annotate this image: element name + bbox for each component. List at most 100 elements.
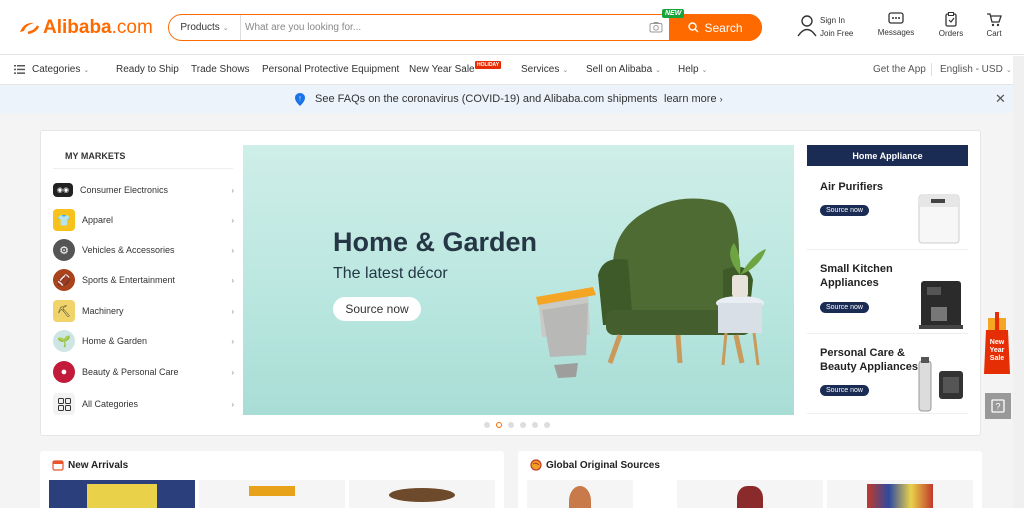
chevron-down-icon: ⌄ bbox=[222, 24, 229, 32]
globe-icon bbox=[530, 459, 542, 471]
hero-banner[interactable]: Home & Garden The latest décor Source no… bbox=[243, 145, 794, 415]
search-button-label: Search bbox=[704, 20, 743, 35]
market-consumer-electronics[interactable]: ◉◉ Consumer Electronics › bbox=[53, 175, 238, 205]
camera-icon[interactable] bbox=[649, 21, 663, 33]
nav-divider bbox=[931, 63, 932, 76]
promo-label: New Year Sale bbox=[989, 339, 1005, 362]
nav-ready-to-ship[interactable]: Ready to Ship bbox=[116, 64, 179, 75]
nav-sell[interactable]: Sell on Alibaba ⌄ bbox=[586, 64, 661, 75]
learn-more-link[interactable]: learn more › bbox=[664, 93, 723, 105]
market-apparel[interactable]: 👕 Apparel › bbox=[53, 205, 238, 235]
new-year-sale-promo[interactable]: New Year Sale bbox=[984, 308, 1010, 374]
slide-dot[interactable] bbox=[544, 422, 550, 428]
hero-source-button[interactable]: Source now bbox=[333, 297, 421, 321]
chevron-right-icon: › bbox=[231, 275, 234, 285]
chevron-right-icon: › bbox=[231, 399, 234, 409]
football-icon: 🏈 bbox=[53, 269, 75, 291]
orders-link[interactable]: Orders bbox=[930, 12, 972, 38]
grid-icon bbox=[53, 393, 75, 415]
vr-headset-icon: ◉◉ bbox=[53, 183, 73, 197]
appliance-small-kitchen[interactable]: Small Kitchen Appliances Source now bbox=[807, 251, 968, 334]
chevron-right-icon: › bbox=[231, 245, 234, 255]
engine-icon: ⚙ bbox=[53, 239, 75, 261]
chevron-down-icon: ⌄ bbox=[562, 67, 569, 74]
slide-dot-active[interactable] bbox=[496, 422, 502, 428]
svg-text:?: ? bbox=[995, 402, 1000, 412]
feedback-button[interactable]: ? bbox=[985, 393, 1011, 419]
slide-dot[interactable] bbox=[484, 422, 490, 428]
user-icon bbox=[797, 15, 817, 37]
appliance-source-button[interactable]: Source now bbox=[820, 385, 869, 396]
chevron-right-icon: › bbox=[231, 215, 234, 225]
nav-services-label: Services bbox=[521, 64, 560, 75]
appliance-source-button[interactable]: Source now bbox=[820, 302, 869, 313]
home-appliance-header: Home Appliance bbox=[807, 145, 968, 166]
search-input[interactable] bbox=[245, 15, 645, 40]
product-thumbnail[interactable] bbox=[199, 480, 345, 508]
new-arrivals-icon bbox=[52, 460, 64, 471]
market-machinery[interactable]: ⛏ Machinery › bbox=[53, 296, 238, 326]
chevron-right-icon: › bbox=[231, 306, 234, 316]
product-thumbnail[interactable] bbox=[827, 480, 973, 508]
market-label: Apparel bbox=[82, 215, 114, 225]
product-thumbnail[interactable] bbox=[349, 480, 495, 508]
cart-link[interactable]: Cart bbox=[978, 12, 1010, 38]
nav-categories[interactable]: Categories ⌄ bbox=[14, 64, 89, 75]
appliance-title: Air Purifiers bbox=[820, 181, 883, 193]
slide-dot[interactable] bbox=[532, 422, 538, 428]
appliance-source-button[interactable]: Source now bbox=[820, 205, 869, 216]
logo-icon bbox=[20, 22, 40, 35]
nav-trade-shows[interactable]: Trade Shows bbox=[191, 64, 250, 75]
nav-ppe[interactable]: Personal Protective Equipment bbox=[262, 64, 399, 75]
appliance-title: Personal Care & Beauty Appliances bbox=[820, 347, 919, 373]
messages-link[interactable]: Messages bbox=[872, 12, 920, 37]
locale-label: English - USD bbox=[940, 64, 1003, 75]
product-thumbnail[interactable] bbox=[527, 480, 633, 508]
appliance-personal-care[interactable]: Personal Care & Beauty Appliances Source… bbox=[807, 335, 968, 414]
nav-services[interactable]: Services ⌄ bbox=[521, 64, 568, 75]
learn-more-label: learn more bbox=[664, 93, 717, 105]
global-sources-section: Global Original Sources bbox=[518, 451, 982, 508]
market-home-garden[interactable]: 🌱 Home & Garden › bbox=[53, 326, 238, 356]
chevron-down-icon: ⌄ bbox=[655, 67, 662, 74]
plant-icon: 🌱 bbox=[53, 330, 75, 352]
product-thumbnail[interactable] bbox=[677, 480, 823, 508]
messages-icon bbox=[888, 12, 904, 24]
search-icon bbox=[688, 22, 699, 33]
covid-notice-bar: ! See FAQs on the coronavirus (COVID-19)… bbox=[0, 85, 1024, 113]
product-thumbnail[interactable] bbox=[49, 480, 195, 508]
location-icon: ! bbox=[295, 93, 305, 106]
slide-dot[interactable] bbox=[520, 422, 526, 428]
nav-help-label: Help bbox=[678, 64, 699, 75]
nav-help[interactable]: Help ⌄ bbox=[678, 64, 707, 75]
nav-new-year-sale[interactable]: New Year Sale bbox=[409, 64, 475, 75]
air-purifier-image bbox=[918, 194, 960, 244]
locale-select[interactable]: English - USD ⌄ bbox=[940, 64, 1012, 75]
close-icon[interactable]: ✕ bbox=[995, 91, 1006, 107]
logo-suffix: .com bbox=[111, 17, 153, 38]
marketplace-card: MY MARKETS ◉◉ Consumer Electronics › 👕 Appa… bbox=[40, 130, 981, 436]
search-category-label: Products bbox=[180, 22, 220, 33]
chevron-right-icon: › bbox=[231, 336, 234, 346]
chevron-down-icon: ⌄ bbox=[701, 67, 708, 74]
market-sports[interactable]: 🏈 Sports & Entertainment › bbox=[53, 265, 238, 295]
chevron-right-icon: › bbox=[231, 367, 234, 377]
page-scrollbar[interactable] bbox=[1013, 56, 1024, 508]
slide-dot[interactable] bbox=[508, 422, 514, 428]
get-app-link[interactable]: Get the App bbox=[873, 64, 926, 75]
search-category-select[interactable]: Products ⌄ bbox=[169, 15, 241, 40]
appliance-air-purifiers[interactable]: Air Purifiers Source now bbox=[807, 168, 968, 250]
market-label: All Categories bbox=[82, 399, 139, 409]
market-all-categories[interactable]: All Categories › bbox=[53, 389, 238, 419]
market-vehicles[interactable]: ⚙ Vehicles & Accessories › bbox=[53, 235, 238, 265]
feedback-icon: ? bbox=[991, 399, 1005, 413]
menu-icon bbox=[14, 65, 25, 74]
appliance-title: Small Kitchen Appliances bbox=[820, 263, 893, 289]
market-label: Vehicles & Accessories bbox=[82, 245, 175, 255]
coffee-machine-image bbox=[919, 281, 963, 329]
search-button[interactable]: Search bbox=[669, 14, 762, 41]
market-label: Home & Garden bbox=[82, 336, 148, 346]
market-beauty[interactable]: ● Beauty & Personal Care › bbox=[53, 357, 238, 387]
orders-icon bbox=[945, 12, 957, 27]
alibaba-logo[interactable]: Alibaba .com bbox=[18, 16, 153, 40]
